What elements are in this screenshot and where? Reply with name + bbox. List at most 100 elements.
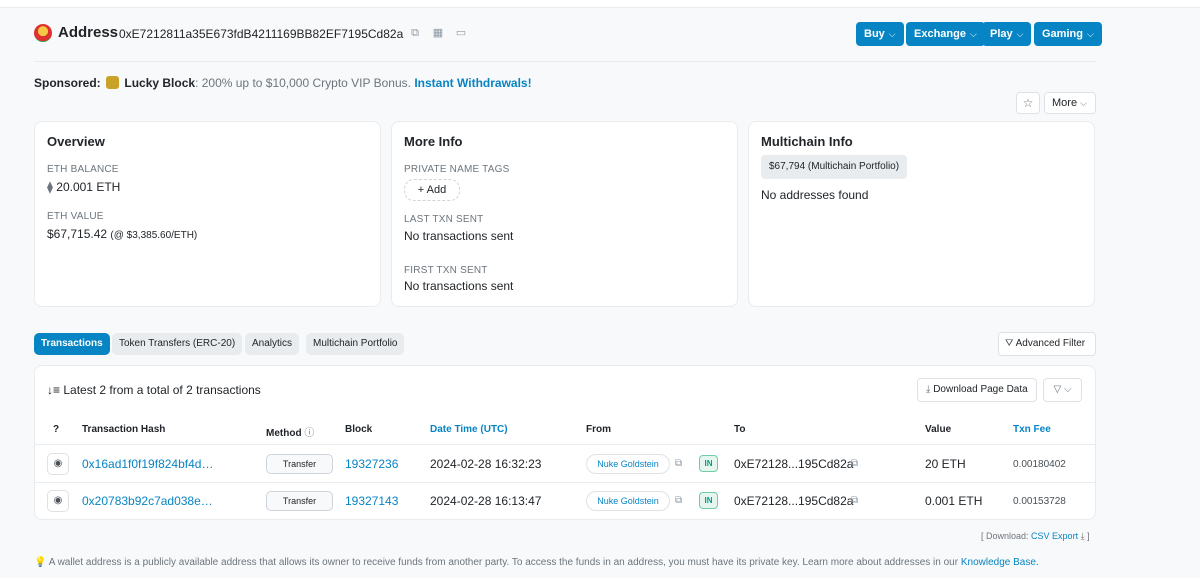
overview-card: Overview ETH BALANCE ⧫ 20.001 ETH ETH VA… [34, 121, 381, 307]
txn-date: 2024-02-28 16:32:23 [430, 457, 542, 471]
qr-code-icon[interactable]: ▦ [432, 27, 444, 39]
preview-eye-icon[interactable]: ◉ [47, 490, 69, 512]
txn-fee: 0.00180402 [1013, 459, 1066, 470]
chevron-down-icon: ⌵ [1016, 29, 1024, 39]
copy-icon[interactable]: ⧉ [409, 27, 421, 39]
eth-value-label: ETH VALUE [47, 211, 104, 222]
favorite-star-button[interactable]: ☆ [1016, 92, 1040, 114]
copy-icon[interactable]: ⧉ [675, 458, 685, 469]
private-tags-label: PRIVATE NAME TAGS [404, 164, 510, 175]
table-summary: ↓≡ Latest 2 from a total of 2 transactio… [47, 383, 261, 397]
first-txn-value: No transactions sent [404, 279, 514, 293]
column-header-method: Method ⓘ [266, 428, 315, 439]
sponsored-brand[interactable]: Lucky Block [124, 76, 195, 90]
multichain-card: Multichain Info $67,794 (Multichain Port… [748, 121, 1095, 307]
help-icon[interactable]: ? [53, 424, 59, 435]
txn-value: 0.001 ETH [925, 494, 983, 508]
first-txn-label: FIRST TXN SENT [404, 265, 488, 276]
column-header-date[interactable]: Date Time (UTC) [430, 424, 508, 435]
table-filter-button[interactable]: ▽ ⌵ [1043, 378, 1082, 402]
txn-hash-link[interactable]: 0x20783b92c7ad038e… [82, 494, 213, 508]
from-address-tag[interactable]: Nuke Goldstein [586, 454, 670, 474]
advanced-filter-button[interactable]: ⛛ Advanced Filter [998, 332, 1096, 356]
add-name-tag-button[interactable]: + Add [404, 179, 460, 201]
overview-title: Overview [47, 134, 105, 149]
exchange-button[interactable]: Exchange ⌵ [906, 22, 985, 46]
address-avatar [34, 24, 52, 42]
lightbulb-icon: 💡 [34, 557, 47, 568]
no-addresses-text: No addresses found [761, 188, 869, 202]
to-address: 0xE72128...195Cd82a [734, 457, 854, 471]
column-header-fee[interactable]: Txn Fee [1013, 424, 1051, 435]
buy-button[interactable]: Buy ⌵ [856, 22, 904, 46]
to-address: 0xE72128...195Cd82a [734, 494, 854, 508]
copy-icon[interactable]: ⧉ [851, 495, 861, 506]
sponsored-cta-link[interactable]: Instant Withdrawals! [414, 76, 531, 90]
direction-in-badge: IN [699, 455, 718, 472]
more-dropdown-button[interactable]: More ⌵ [1044, 92, 1096, 114]
download-page-data-button[interactable]: ⤓ Download Page Data [917, 378, 1037, 402]
column-header-value: Value [925, 424, 952, 435]
more-info-title: More Info [404, 134, 463, 149]
block-link[interactable]: 19327236 [345, 457, 398, 471]
column-header-to: To [734, 424, 746, 435]
address-value: 0xE7212811a35E673fdB4211169BB82EF7195Cd8… [119, 27, 404, 41]
direction-in-badge: IN [699, 492, 718, 509]
txn-value: 20 ETH [925, 457, 966, 471]
gaming-button[interactable]: Gaming ⌵ [1034, 22, 1102, 46]
chevron-down-icon: ⌵ [1080, 98, 1087, 108]
filter-icon: ▽ ⌵ [1053, 384, 1072, 395]
row-divider [35, 444, 1095, 445]
sponsored-label: Sponsored: [34, 76, 101, 90]
footnote: 💡 A wallet address is a publicly availab… [34, 557, 1039, 568]
star-icon: ☆ [1022, 96, 1034, 110]
ethereum-icon: ⧫ [47, 180, 53, 194]
chevron-down-icon: ⌵ [888, 29, 896, 39]
txn-date: 2024-02-28 16:13:47 [430, 494, 542, 508]
comment-icon[interactable]: ▭ [455, 27, 467, 39]
top-bar [0, 0, 1200, 8]
download-icon: ⤓ [926, 384, 931, 395]
csv-export-link[interactable]: CSV Export [1031, 531, 1078, 541]
preview-eye-icon[interactable]: ◉ [47, 453, 69, 475]
multichain-portfolio-badge[interactable]: $67,794 (Multichain Portfolio) [761, 155, 908, 179]
last-txn-label: LAST TXN SENT [404, 214, 484, 225]
block-link[interactable]: 19327143 [345, 494, 398, 508]
page-title: Address [58, 24, 119, 41]
row-divider [35, 482, 1095, 483]
sort-icon: ↓≡ [47, 383, 61, 397]
eth-value: $67,715.42 (@ $3,385.60/ETH) [47, 227, 198, 241]
download-icon: ⤓ [1080, 531, 1085, 541]
multichain-title: Multichain Info [761, 134, 853, 149]
sponsored-banner: Sponsored: Lucky Block: 200% up to $10,0… [34, 76, 532, 90]
chevron-down-icon: ⌵ [969, 29, 977, 39]
method-badge: Transfer [266, 454, 333, 474]
info-icon[interactable]: ⓘ [304, 428, 314, 439]
last-txn-value: No transactions sent [404, 229, 514, 243]
sponsored-text: : 200% up to $10,000 Crypto VIP Bonus. [195, 76, 411, 90]
eth-balance-value: ⧫ 20.001 ETH [47, 180, 121, 194]
play-button[interactable]: Play ⌵ [982, 22, 1032, 46]
lucky-block-logo [106, 76, 120, 89]
tab-transactions[interactable]: Transactions [34, 333, 110, 355]
chevron-down-icon: ⌵ [1086, 29, 1094, 39]
method-badge: Transfer [266, 491, 333, 511]
copy-icon[interactable]: ⧉ [851, 458, 861, 469]
from-address-tag[interactable]: Nuke Goldstein [586, 491, 670, 511]
tab-analytics[interactable]: Analytics [245, 333, 300, 355]
csv-export-row: [ Download: CSV Export ⤓ ] [981, 531, 1090, 541]
tab-multichain-portfolio[interactable]: Multichain Portfolio [306, 333, 405, 355]
column-header-block: Block [345, 424, 373, 435]
txn-hash-link[interactable]: 0x16ad1f0f19f824bf4d… [82, 457, 213, 471]
eth-balance-label: ETH BALANCE [47, 164, 119, 175]
eth-rate: (@ $3,385.60/ETH) [110, 230, 198, 241]
tab-token-transfers[interactable]: Token Transfers (ERC-20) [112, 333, 243, 355]
txn-fee: 0.00153728 [1013, 496, 1066, 507]
knowledge-base-link[interactable]: Knowledge Base. [961, 557, 1039, 568]
transactions-table: ↓≡ Latest 2 from a total of 2 transactio… [34, 365, 1096, 520]
column-header-hash: Transaction Hash [82, 424, 166, 435]
filter-icon: ⛛ [1005, 338, 1014, 349]
column-header-from: From [586, 424, 611, 435]
more-info-card: More Info PRIVATE NAME TAGS + Add LAST T… [391, 121, 738, 307]
copy-icon[interactable]: ⧉ [675, 495, 685, 506]
